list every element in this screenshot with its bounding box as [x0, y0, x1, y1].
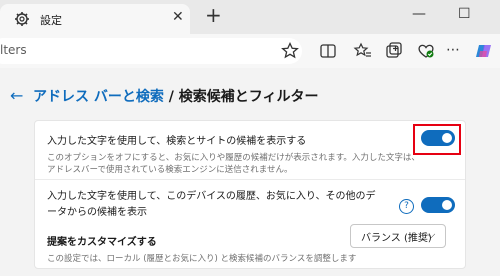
minimize-button[interactable]: — [412, 6, 426, 22]
tab-title: 設定 [40, 14, 62, 27]
help-icon[interactable]: ? [399, 199, 414, 214]
browser-essentials-icon[interactable] [416, 41, 436, 61]
maximize-button[interactable]: ☐ [458, 6, 471, 22]
favorite-star-icon[interactable] [280, 41, 300, 61]
customize-suggestions-description: この設定では、ローカル (履歴とお気に入り) と検索候補のバランスを調整します [47, 254, 357, 264]
toggle-knob [442, 200, 452, 210]
settings-card: 入力した文字を使用して、検索とサイトの候補を表示する このオプションをオフにする… [34, 120, 466, 269]
toolbar: lters ⋯ [0, 34, 500, 69]
settings-page: ← アドレス バーと検索 / 検索候補とフィルター 入力した文字を使用して、検索… [0, 68, 500, 276]
new-tab-button[interactable]: + [205, 5, 222, 25]
back-arrow-icon[interactable]: ← [10, 86, 23, 105]
customize-suggestions-label: 提案をカスタマイズする [47, 237, 157, 248]
address-bar[interactable]: lters [0, 38, 302, 64]
gear-icon [15, 12, 29, 26]
split-screen-icon[interactable] [318, 41, 338, 61]
title-bar: 設定 ✕ + — ☐ [0, 0, 500, 34]
chevron-down-icon: ⌵ [427, 228, 436, 241]
more-menu-icon[interactable]: ⋯ [446, 42, 461, 58]
close-tab-icon[interactable]: ✕ [172, 9, 184, 25]
page-title: 検索候補とフィルター [178, 89, 319, 105]
balance-dropdown-value: バランス (推奨) [361, 233, 432, 244]
divider [35, 179, 465, 180]
favorites-icon[interactable] [353, 41, 373, 61]
breadcrumb-parent-link[interactable]: アドレス バーと検索 [33, 89, 164, 105]
highlight-box [413, 124, 461, 155]
history-suggestions-toggle[interactable] [421, 197, 455, 213]
collections-icon[interactable] [384, 41, 404, 61]
breadcrumb: アドレス バーと検索 / 検索候補とフィルター [33, 86, 318, 106]
balance-dropdown[interactable]: バランス (推奨) ⌵ [350, 224, 446, 248]
copilot-icon[interactable] [474, 41, 494, 61]
tab-settings[interactable]: 設定 ✕ [0, 4, 190, 34]
search-suggestions-label: 入力した文字を使用して、検索とサイトの候補を表示する [47, 136, 307, 147]
history-suggestions-label: 入力した文字を使用して、このデバイスの履歴、お気に入り、その他のデータからの候補… [47, 191, 376, 218]
address-text: lters [0, 43, 27, 57]
breadcrumb-separator: / [168, 89, 174, 105]
search-suggestions-description: このオプションをオフにすると、お気に入りや履歴の候補だけが表示されます。入力した… [47, 153, 420, 175]
